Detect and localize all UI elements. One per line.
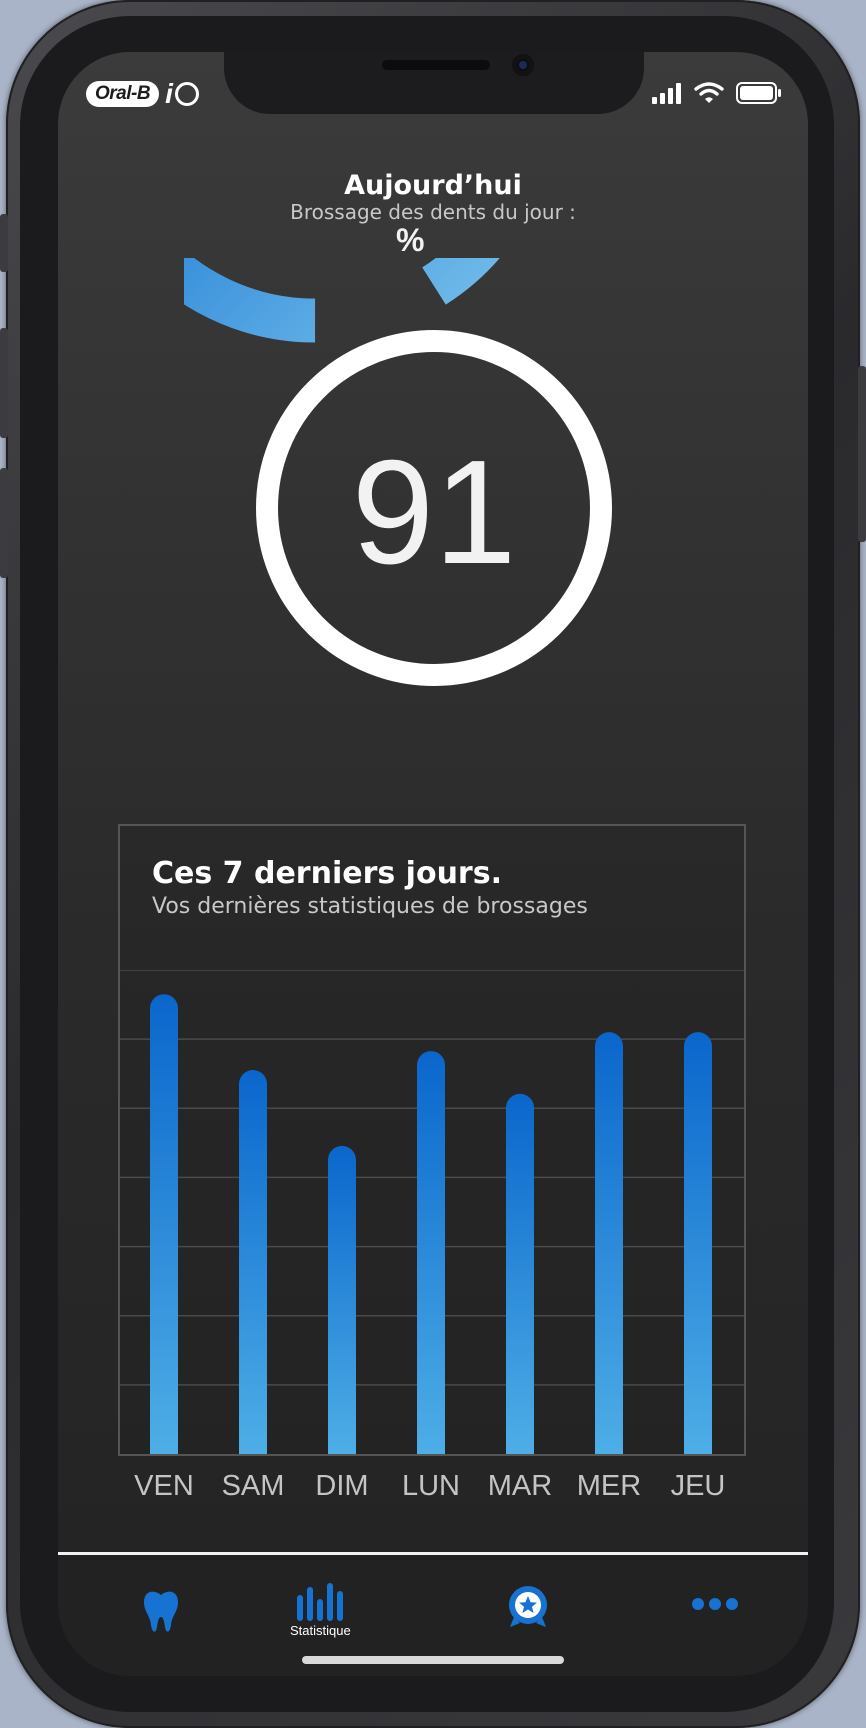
- today-subtitle: Brossage des dents du jour :: [290, 200, 576, 224]
- mute-switch: [0, 214, 8, 272]
- brand-logo: Oral-B i: [86, 78, 199, 110]
- x-tick-label: JEU: [670, 1470, 726, 1502]
- brand-name: Oral-B: [86, 81, 160, 107]
- weekly-stats-subtitle: Vos dernières statistiques de brossages: [152, 894, 588, 919]
- nav-statistics-label: Statistique: [290, 1623, 351, 1638]
- battery-icon: [736, 82, 781, 104]
- volume-down-button: [0, 468, 8, 578]
- score-value: 91: [351, 430, 517, 595]
- x-tick-label: VEN: [134, 1470, 194, 1502]
- notch: [224, 52, 644, 114]
- status-bar: [652, 82, 782, 104]
- front-camera: [512, 54, 534, 76]
- app-screen: Oral-B i Aujourd’hui Brossage des dents …: [58, 52, 808, 1676]
- bar-jeu: [684, 1032, 712, 1454]
- brand-o-ring: [174, 82, 199, 106]
- nav-home[interactable]: [142, 1589, 180, 1635]
- x-tick-label: SAM: [221, 1470, 285, 1502]
- bar-dim: [328, 1145, 356, 1454]
- chart-x-axis-labels: VEN SAM DIM LUN MAR MER JEU: [118, 1470, 746, 1510]
- tooth-icon: [144, 1591, 178, 1632]
- weekly-stats-title: Ces 7 derniers jours.: [152, 856, 502, 891]
- power-button: [858, 366, 866, 542]
- earpiece-speaker: [382, 60, 490, 70]
- bar-ven: [150, 994, 178, 1454]
- wifi-icon: [694, 82, 724, 103]
- bar-chart-icon: [297, 1583, 344, 1621]
- volume-up-button: [0, 328, 8, 438]
- x-tick-label: DIM: [315, 1470, 369, 1502]
- x-tick-label: MER: [576, 1470, 642, 1502]
- score-display: 91: [184, 258, 684, 758]
- nav-statistics[interactable]: Statistique: [290, 1581, 351, 1638]
- weekly-bar-chart: [120, 970, 744, 1454]
- x-tick-label: MAR: [487, 1470, 553, 1502]
- home-indicator[interactable]: [302, 1656, 564, 1664]
- bar-mar: [506, 1093, 534, 1454]
- more-dots-icon: [692, 1598, 738, 1610]
- brand-suffix: i: [165, 78, 199, 110]
- award-badge-icon: [509, 1586, 547, 1627]
- today-title: Aujourd’hui: [344, 170, 522, 201]
- bar-lun: [417, 1051, 445, 1454]
- x-tick-label: LUN: [401, 1470, 460, 1502]
- nav-awards[interactable]: [506, 1585, 550, 1629]
- nav-more[interactable]: [692, 1597, 738, 1611]
- bar-mer: [595, 1032, 623, 1454]
- cellular-signal-icon: [652, 83, 681, 104]
- bar-sam: [239, 1070, 267, 1454]
- score-unit: %: [396, 222, 425, 258]
